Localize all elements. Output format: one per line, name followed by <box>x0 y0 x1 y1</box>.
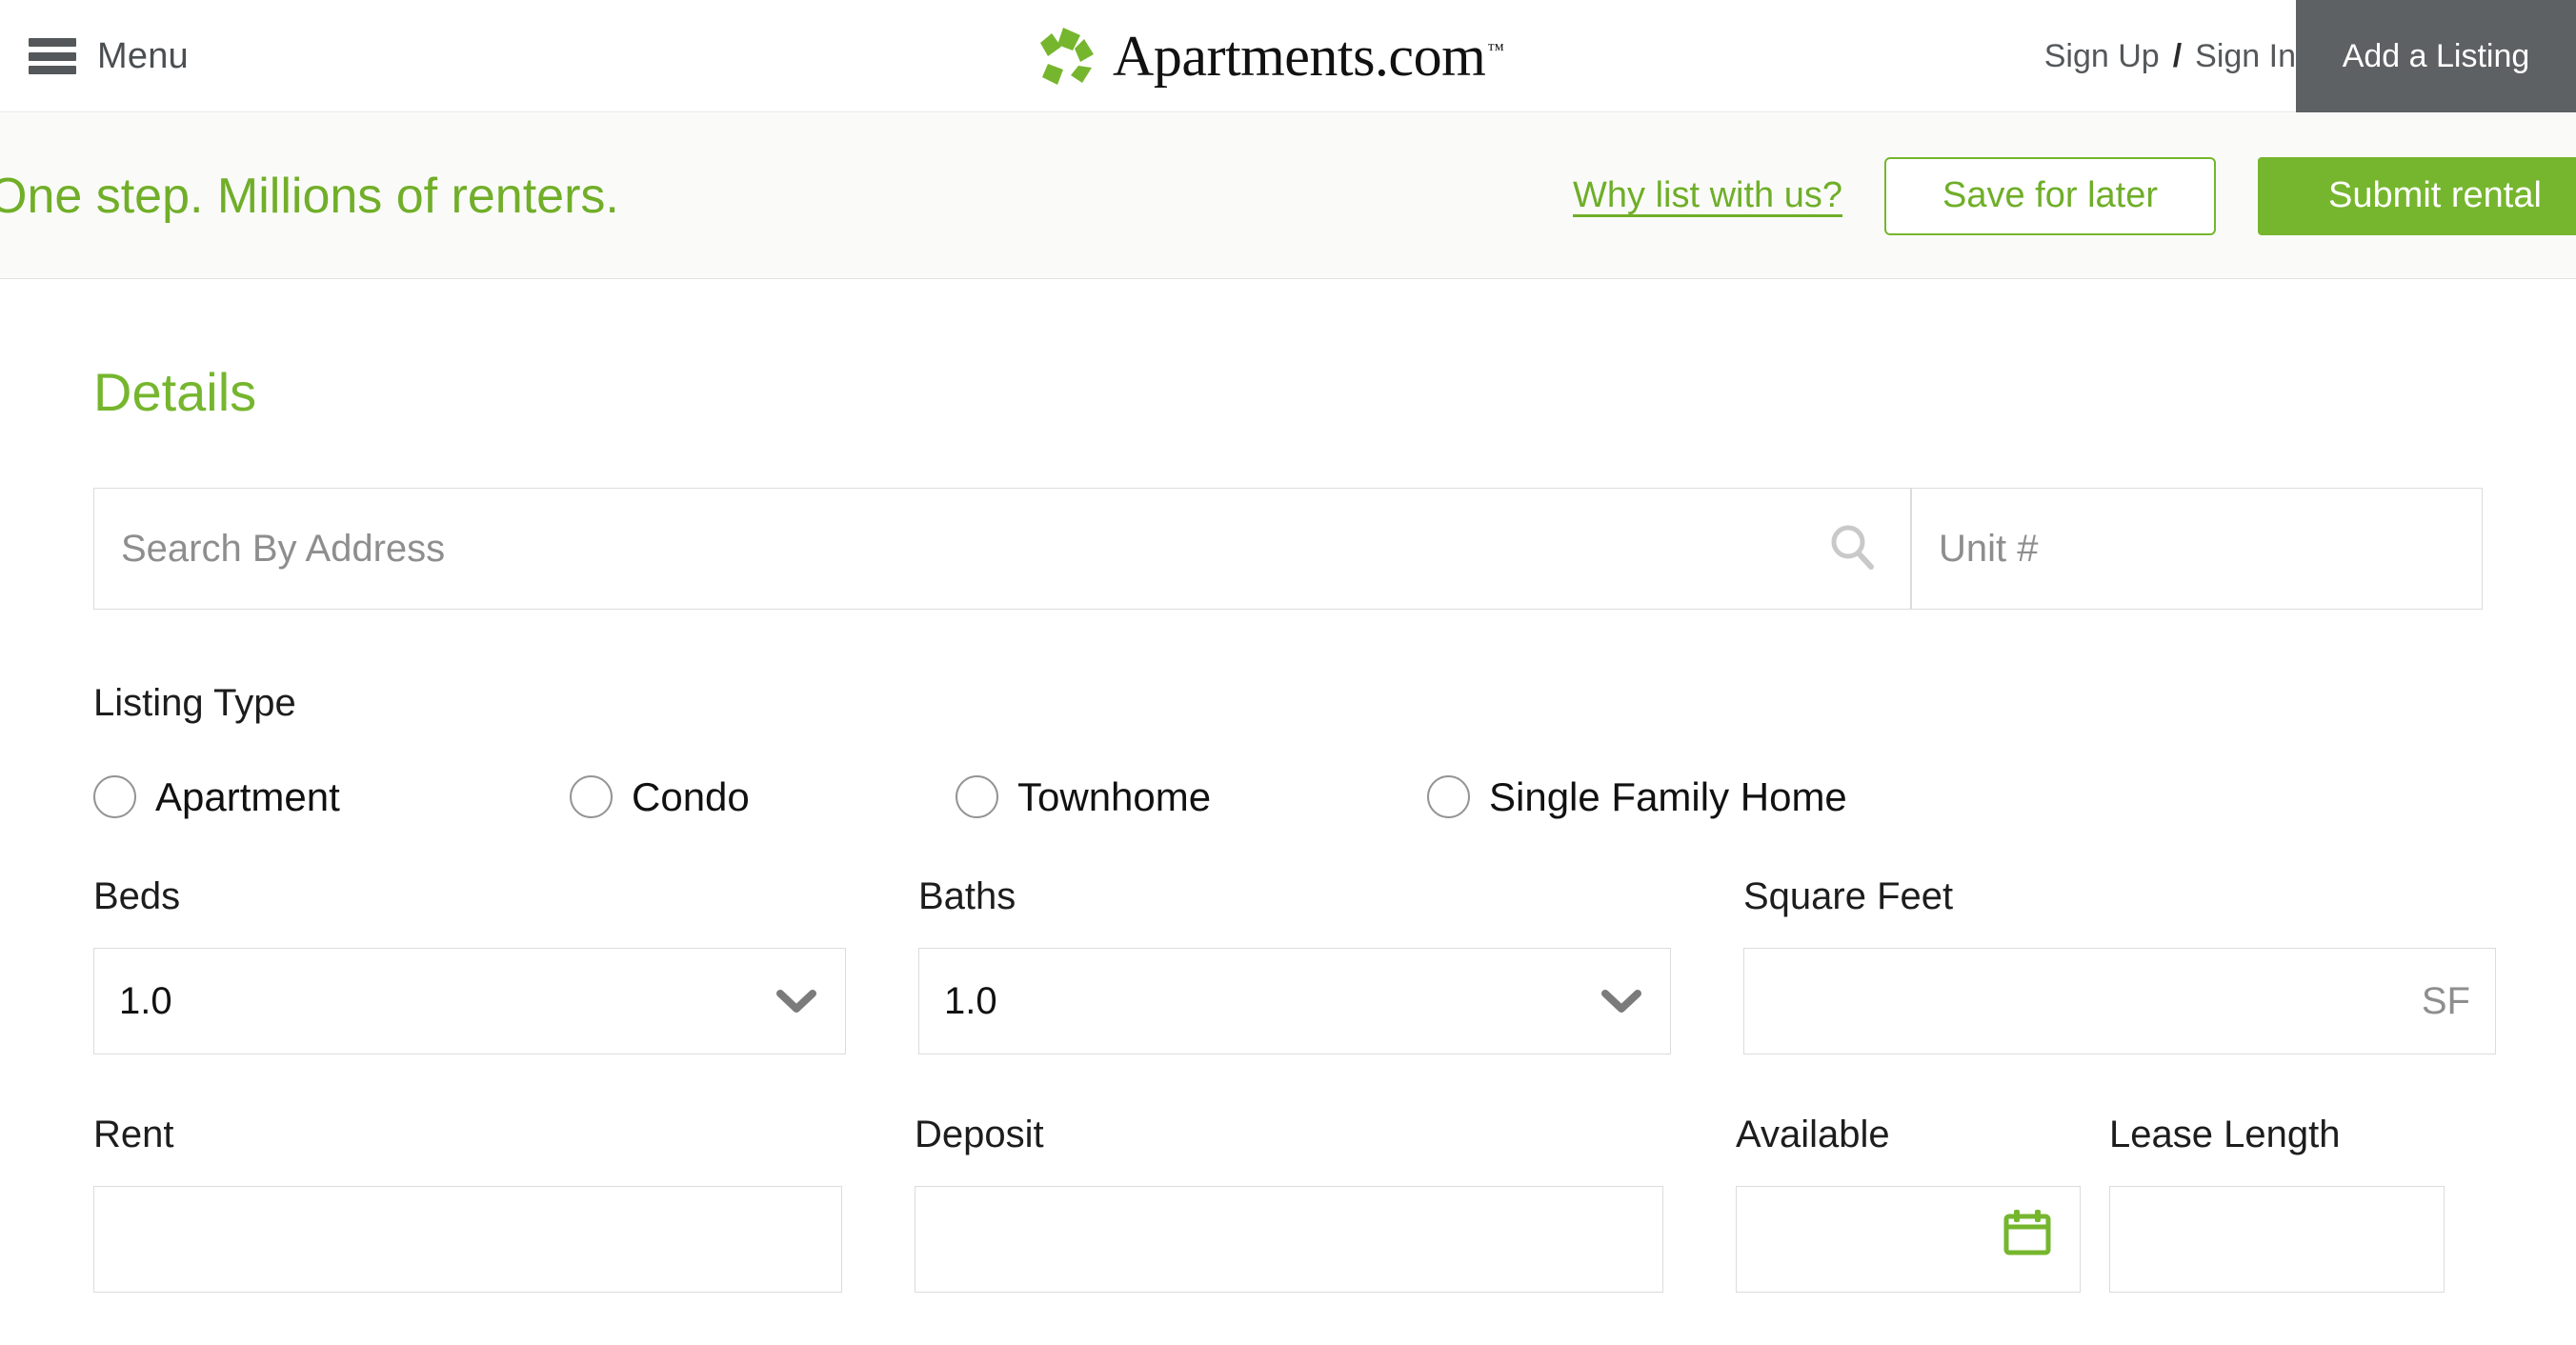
rent-deposit-available-row: Rent Deposit Available Lease Length <box>93 1115 2485 1293</box>
details-form: Details Listing Type Apartment <box>93 280 2496 1293</box>
available-lease-group: Available Lease Length <box>1736 1115 2485 1293</box>
banner-tagline: One step. Millions of renters. <box>0 168 619 224</box>
why-list-with-us-link[interactable]: Why list with us? <box>1573 175 1842 216</box>
search-address-box[interactable] <box>93 488 1911 610</box>
listing-banner: One step. Millions of renters. Why list … <box>0 113 2576 279</box>
radio-circle-icon[interactable] <box>1427 775 1470 818</box>
site-logo[interactable]: Apartments.com ™ <box>1038 0 1504 112</box>
logo-wordmark: Apartments.com ™ <box>1113 25 1504 88</box>
square-feet-input[interactable]: SF <box>1743 948 2496 1054</box>
listing-type-label: Listing Type <box>93 682 296 724</box>
address-search-row <box>93 488 2483 610</box>
baths-value: 1.0 <box>944 980 997 1022</box>
main-content: Details Listing Type Apartment <box>0 280 2576 1345</box>
chevron-down-icon <box>1601 990 1641 1013</box>
radio-label: Condo <box>632 773 750 819</box>
deposit-label: Deposit <box>915 1114 1044 1155</box>
sign-up-link[interactable]: Sign Up <box>2044 38 2160 75</box>
hamburger-icon <box>29 38 76 74</box>
apartments-pinwheel-logo-icon <box>1040 28 1094 85</box>
chevron-down-icon <box>776 990 816 1013</box>
save-for-later-button[interactable]: Save for later <box>1884 156 2216 235</box>
search-input[interactable] <box>94 489 1796 609</box>
beds-baths-sqft-row: Beds 1.0 Baths 1.0 Square Feet SF <box>93 877 2496 1054</box>
beds-field-group: Beds 1.0 <box>93 877 846 1054</box>
listing-type-radio-group: Apartment Condo Townhome Single Family H… <box>93 775 2485 818</box>
radio-option-apartment[interactable]: Apartment <box>93 775 570 818</box>
beds-label: Beds <box>93 875 181 917</box>
unit-input[interactable] <box>1912 489 2482 609</box>
menu-button[interactable]: Menu <box>29 0 189 112</box>
radio-circle-icon[interactable] <box>93 775 136 818</box>
radio-option-townhome[interactable]: Townhome <box>956 775 1427 818</box>
lease-length-label: Lease Length <box>2109 1114 2341 1155</box>
beds-select[interactable]: 1.0 <box>93 948 846 1054</box>
baths-select[interactable]: 1.0 <box>918 948 1671 1054</box>
baths-field-group: Baths 1.0 <box>918 877 1671 1054</box>
unit-number-box[interactable] <box>1911 488 2483 610</box>
rent-label: Rent <box>93 1114 174 1155</box>
radio-option-condo[interactable]: Condo <box>570 775 956 818</box>
radio-option-single-family-home[interactable]: Single Family Home <box>1427 775 1847 818</box>
radio-circle-icon[interactable] <box>570 775 613 818</box>
deposit-input[interactable] <box>915 1186 1663 1293</box>
search-icon <box>1831 525 1874 570</box>
square-feet-unit-suffix: SF <box>2421 980 2470 1022</box>
radio-circle-icon[interactable] <box>956 775 998 818</box>
site-header: Menu Apartments.com ™ Sign Up / Sign In A… <box>0 0 2576 112</box>
radio-label: Apartment <box>155 773 340 819</box>
available-label: Available <box>1736 1114 1890 1155</box>
lease-length-input[interactable] <box>2109 1186 2445 1293</box>
banner-actions: Why list with us? Save for later Submit … <box>1573 156 2576 235</box>
beds-value: 1.0 <box>119 980 172 1022</box>
calendar-icon[interactable] <box>2003 1208 2051 1255</box>
baths-label: Baths <box>918 875 1016 917</box>
available-date-input[interactable] <box>1736 1186 2081 1293</box>
sign-in-link[interactable]: Sign In <box>2195 38 2296 75</box>
deposit-field-group: Deposit <box>915 1115 1663 1293</box>
radio-label: Single Family Home <box>1489 773 1847 819</box>
auth-links: Sign Up / Sign In <box>2044 0 2296 112</box>
page-title: Details <box>93 362 257 422</box>
square-feet-field-group: Square Feet SF <box>1743 877 2496 1054</box>
square-feet-label: Square Feet <box>1743 875 1954 917</box>
search-button[interactable] <box>1796 489 1910 609</box>
trademark-mark: ™ <box>1487 40 1504 59</box>
rent-input[interactable] <box>93 1186 842 1293</box>
rent-field-group: Rent <box>93 1115 842 1293</box>
radio-label: Townhome <box>1017 773 1212 819</box>
submit-rental-button[interactable]: Submit rental <box>2258 156 2576 235</box>
lease-length-field-group: Lease Length <box>2109 1115 2445 1293</box>
menu-label: Menu <box>97 36 189 76</box>
auth-separator: / <box>2172 37 2183 74</box>
add-a-listing-button[interactable]: Add a Listing <box>2296 0 2576 112</box>
available-field-group: Available <box>1736 1115 2081 1293</box>
